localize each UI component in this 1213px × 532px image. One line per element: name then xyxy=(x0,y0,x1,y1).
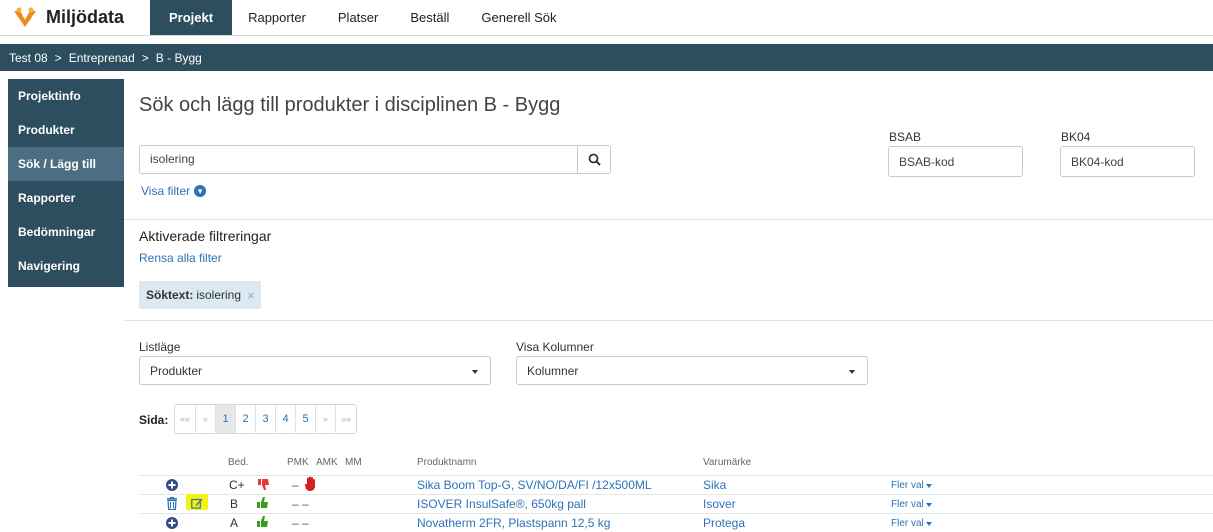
divider xyxy=(124,320,1213,321)
pager-prev[interactable]: « xyxy=(196,405,217,433)
breadcrumb-separator: > xyxy=(141,50,149,65)
more-options-label: Fler val xyxy=(891,518,924,529)
pmk-value: – – xyxy=(292,516,309,530)
breadcrumb-item-discipline[interactable]: B - Bygg xyxy=(156,51,202,65)
brand[interactable]: Miljödata xyxy=(0,0,150,35)
sidebar-item-projektinfo[interactable]: Projektinfo xyxy=(8,79,124,113)
more-options-label: Fler val xyxy=(891,499,924,510)
table-row: B – – ISOVER InsulSafe®, 650kg pall Isov… xyxy=(139,494,1213,512)
visa-kolumner-select[interactable]: Kolumner xyxy=(516,356,868,385)
table-row: A – – Novatherm 2FR, Plastspann 12,5 kg … xyxy=(139,513,1213,531)
col-varumarke[interactable]: Varumärke xyxy=(703,457,751,468)
listlage-label: Listläge xyxy=(139,340,181,354)
pager-page-4[interactable]: 4 xyxy=(276,405,297,433)
breadcrumb-item-entreprenad[interactable]: Entreprenad xyxy=(69,51,135,65)
chevron-down-icon xyxy=(849,370,855,374)
search-box: isolering xyxy=(139,145,611,174)
thumbs-down-icon xyxy=(258,479,269,490)
more-options-dropdown[interactable]: Fler val xyxy=(891,518,932,529)
close-icon[interactable]: × xyxy=(247,288,255,303)
sidebar-item-navigering[interactable]: Navigering xyxy=(8,249,124,283)
clear-filters-link[interactable]: Rensa alla filter xyxy=(139,251,222,265)
brand-name: Miljödata xyxy=(46,7,125,27)
col-pmk[interactable]: PMK xyxy=(287,457,309,468)
pager-label: Sida: xyxy=(139,413,169,427)
col-produktnamn[interactable]: Produktnamn xyxy=(417,457,476,468)
active-filters-title: Aktiverade filtreringar xyxy=(139,228,272,244)
sidebar-item-sok-lagg-till[interactable]: Sök / Lägg till xyxy=(8,147,124,181)
pager-next[interactable]: » xyxy=(316,405,337,433)
brand-link[interactable]: Protega xyxy=(703,516,745,530)
pager-page-1[interactable]: 1 xyxy=(216,405,237,433)
product-name-link[interactable]: ISOVER InsulSafe®, 650kg pall xyxy=(417,497,586,511)
bsab-input[interactable]: BSAB-kod xyxy=(888,146,1023,177)
pager-page-3[interactable]: 3 xyxy=(256,405,277,433)
chip-key: Söktext: xyxy=(146,288,194,302)
caret-down-icon xyxy=(925,522,932,526)
bk04-input[interactable]: BK04-kod xyxy=(1060,146,1195,177)
more-options-dropdown[interactable]: Fler val xyxy=(891,480,932,491)
breadcrumb-item-project[interactable]: Test 08 xyxy=(9,51,48,65)
visa-kolumner-value: Kolumner xyxy=(527,364,579,378)
show-filter-toggle[interactable]: Visa filter ▾ xyxy=(141,184,207,198)
table-row: C+ – Sika Boom Top-G, SV/NO/DA/FI /12x50… xyxy=(139,475,1213,493)
thumbs-up-icon xyxy=(257,497,268,508)
nav-generell-sok[interactable]: Generell Sök xyxy=(465,0,572,35)
more-options-label: Fler val xyxy=(891,480,924,491)
breadcrumb: Test 08 > Entreprenad > B - Bygg xyxy=(0,44,1213,71)
chevron-down-circle-icon[interactable]: ▾ xyxy=(194,185,207,197)
edit-icon[interactable] xyxy=(191,497,203,509)
rating-value: A xyxy=(230,516,239,530)
chip-value: isolering xyxy=(196,288,242,302)
more-options-dropdown[interactable]: Fler val xyxy=(891,499,932,510)
sidebar-item-bedomningar[interactable]: Bedömningar xyxy=(8,215,124,249)
bsab-label: BSAB xyxy=(889,130,922,144)
pager-last[interactable]: »» xyxy=(336,405,356,433)
visa-kolumner-label: Visa Kolumner xyxy=(516,340,594,354)
stop-hand-icon xyxy=(304,476,315,491)
col-bed[interactable]: Bed. xyxy=(228,457,249,468)
rating-value: B xyxy=(230,497,239,511)
col-amk[interactable]: AMK xyxy=(316,457,338,468)
sidebar: Projektinfo Produkter Sök / Lägg till Ra… xyxy=(8,79,124,287)
page-title: Sök och lägg till produkter i discipline… xyxy=(139,94,561,116)
trash-icon[interactable] xyxy=(166,497,178,510)
listlage-select[interactable]: Produkter xyxy=(139,356,491,385)
sidebar-item-produkter[interactable]: Produkter xyxy=(8,113,124,147)
rating-value: C+ xyxy=(229,478,245,492)
search-icon xyxy=(588,153,601,166)
nav-projekt[interactable]: Projekt xyxy=(150,0,233,35)
thumbs-up-icon xyxy=(257,516,268,527)
search-text-filter-chip: Söktext: isolering × xyxy=(139,281,261,309)
product-name-link[interactable]: Sika Boom Top-G, SV/NO/DA/FI /12x500ML xyxy=(417,478,652,492)
divider xyxy=(124,219,1213,220)
caret-down-icon xyxy=(925,484,932,488)
brand-link[interactable]: Sika xyxy=(703,478,726,492)
pager-page-5[interactable]: 5 xyxy=(296,405,317,433)
show-filter-label[interactable]: Visa filter xyxy=(141,184,190,198)
nav-platser[interactable]: Platser xyxy=(322,0,394,35)
brand-link[interactable]: Isover xyxy=(703,497,736,511)
pager-first[interactable]: «« xyxy=(175,405,197,433)
pagination: «« « 1 2 3 4 5 » »» xyxy=(174,404,358,434)
pager-page-2[interactable]: 2 xyxy=(236,405,257,433)
product-name-link[interactable]: Novatherm 2FR, Plastspann 12,5 kg xyxy=(417,516,610,530)
nav-rapporter[interactable]: Rapporter xyxy=(232,0,322,35)
caret-down-icon xyxy=(925,503,932,507)
pmk-value: – – xyxy=(292,497,309,511)
nav-bestall[interactable]: Beställ xyxy=(394,0,465,35)
pmk-value: – xyxy=(292,478,299,492)
search-input[interactable]: isolering xyxy=(140,146,577,173)
add-icon[interactable] xyxy=(166,479,178,491)
listlage-value: Produkter xyxy=(150,364,203,378)
miljodata-logo-icon xyxy=(14,7,36,27)
sidebar-item-rapporter[interactable]: Rapporter xyxy=(8,181,124,215)
search-button[interactable] xyxy=(577,146,610,173)
col-mm[interactable]: MM xyxy=(345,457,362,468)
breadcrumb-separator: > xyxy=(54,50,62,65)
top-nav: Miljödata Projekt Rapporter Platser Best… xyxy=(0,0,1213,36)
bk04-label: BK04 xyxy=(1061,130,1091,144)
add-icon[interactable] xyxy=(166,517,178,529)
chevron-down-icon xyxy=(472,370,478,374)
